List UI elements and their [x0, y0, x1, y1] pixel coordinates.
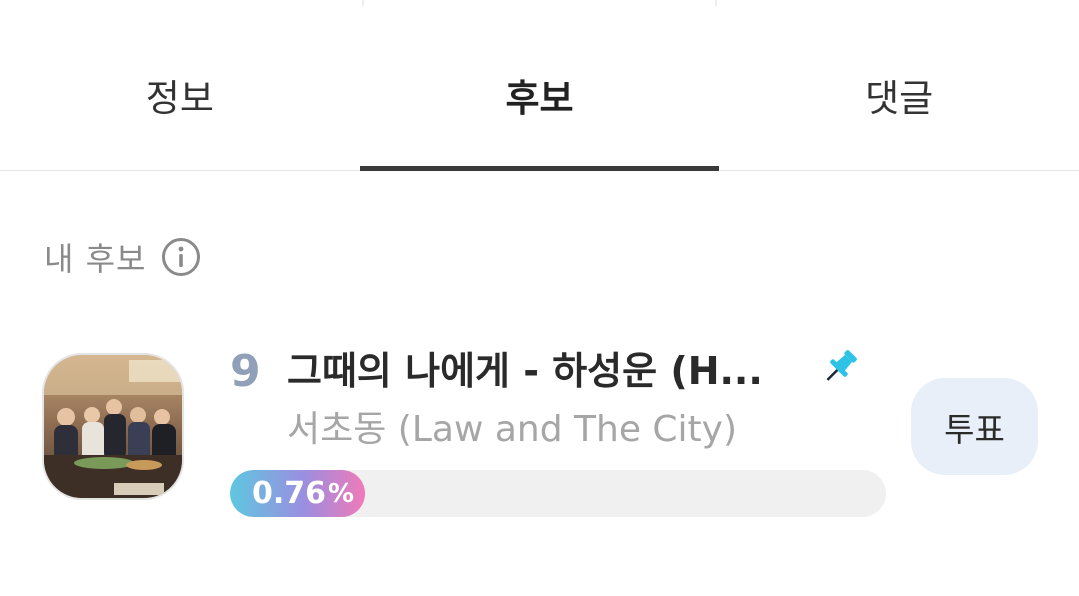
vote-share-value: 0.76 — [252, 476, 327, 511]
album-thumbnail — [42, 353, 184, 500]
candidate-page: 정보 후보 댓글 내 후보 9 그때의 나에게 - 하성운 (H... 서초동 … — [0, 0, 1079, 596]
section-title: 내 후보 — [44, 240, 147, 278]
my-candidate-header: 내 후보 — [44, 234, 201, 280]
vote-share-unit: % — [328, 478, 355, 509]
vote-share-fill: 0.76 % — [230, 470, 365, 517]
vote-share-bar: 0.76 % — [230, 470, 886, 517]
vote-button[interactable]: 투표 — [911, 378, 1038, 475]
tab-bar: 정보 후보 댓글 — [0, 0, 1079, 171]
drama-title: 서초동 (Law and The City) — [287, 409, 738, 450]
song-title: 그때의 나에게 - 하성운 (H... — [287, 349, 763, 393]
tab-candidates[interactable]: 후보 — [359, 0, 720, 171]
tab-info[interactable]: 정보 — [0, 0, 360, 170]
rank-number: 9 — [230, 346, 261, 397]
tab-comments[interactable]: 댓글 — [719, 0, 1079, 170]
pin-icon[interactable] — [818, 345, 862, 389]
info-icon[interactable] — [161, 237, 201, 277]
